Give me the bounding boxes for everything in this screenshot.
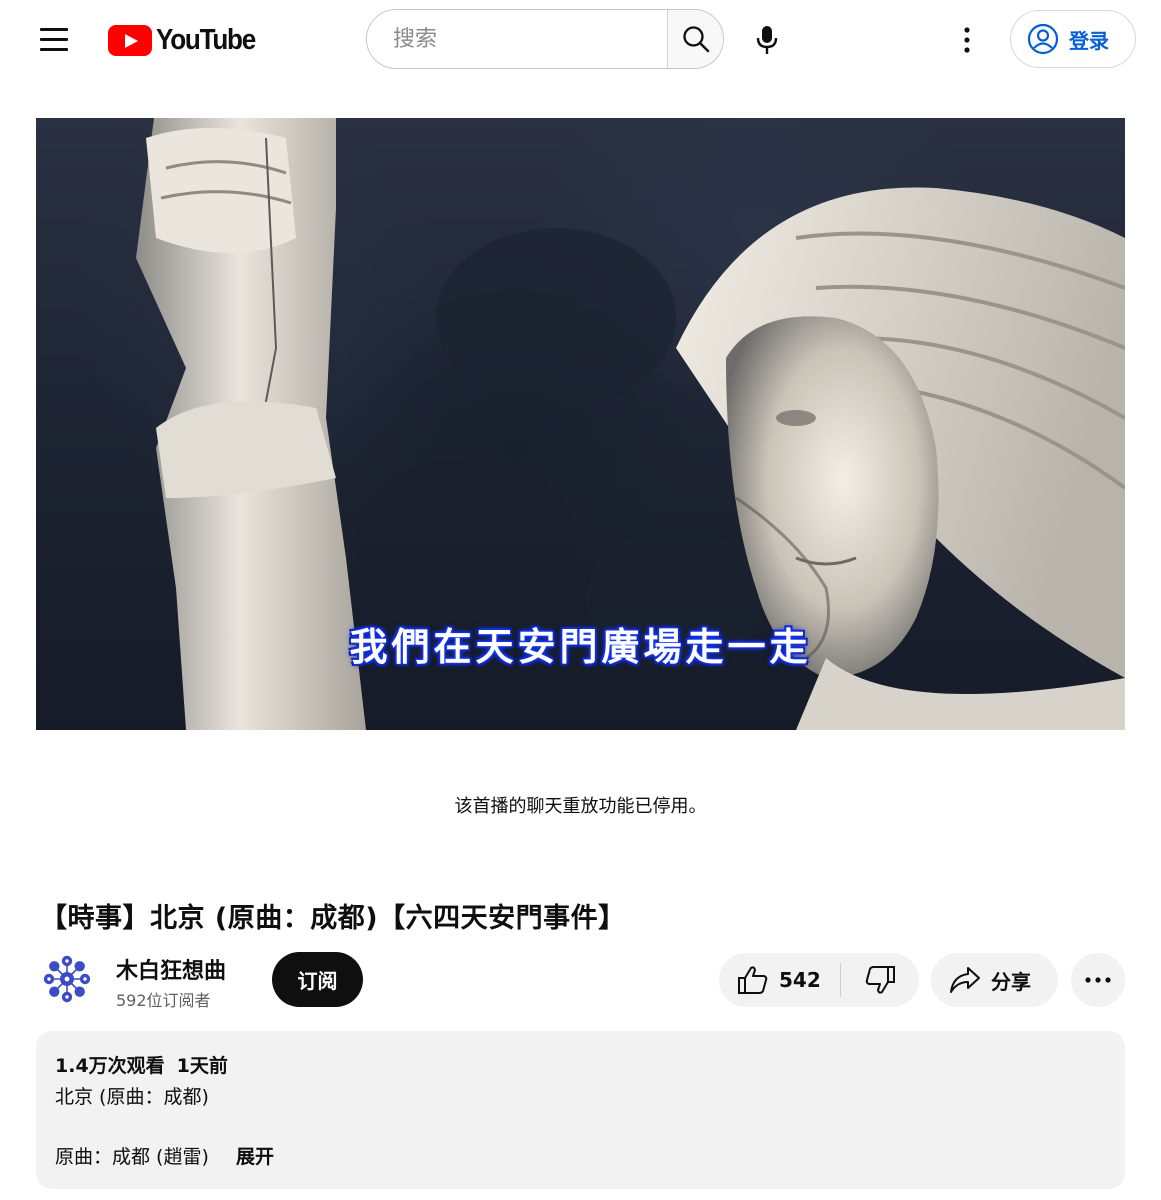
account-circle-icon [1027,23,1059,55]
watch-page: YouTube 搜索 登录 我們在天安門廣場走一走 该首播的聊天重放功能已停用。… [0,0,1161,1200]
hamburger-menu-icon[interactable] [28,20,80,60]
like-dislike-group: 542 [719,953,919,1007]
channel-name[interactable]: 木白狂想曲 [116,953,226,985]
video-subtitle: 我們在天安門廣場走一走 [349,624,812,669]
search-input[interactable] [367,10,667,68]
search-icon [682,26,709,53]
description-line-1: 北京 (原曲：成都) [55,1086,209,1108]
description-line-2: 原曲：成都 (趙雷) [55,1146,209,1168]
dislike-button[interactable] [841,953,919,1007]
logo-text: YouTube [156,23,256,56]
like-count: 542 [779,968,821,992]
youtube-logo[interactable]: YouTube [108,24,266,56]
channel-avatar[interactable] [40,952,94,1006]
top-bar: YouTube 搜索 登录 [0,0,1161,80]
play-logo-icon [108,24,152,56]
voice-search-button[interactable] [741,14,793,66]
description-box[interactable]: 1.4万次观看 1天前 北京 (原曲：成都) 原曲：成都 (趙雷) 展开 [36,1031,1125,1189]
thumbs-up-icon [738,966,768,994]
view-count: 1.4万次观看 [55,1055,165,1077]
share-label: 分享 [991,969,1031,994]
search-bar [366,9,724,69]
chat-replay-notice: 该首播的聊天重放功能已停用。 [454,796,707,817]
video-stats: 1.4万次观看 1天前 [55,1051,228,1078]
thumbs-down-icon [865,966,895,994]
upload-date: 1天前 [176,1055,228,1077]
flower-logo-icon [43,955,91,1003]
sign-in-label: 登录 [1069,28,1109,53]
search-button[interactable] [667,10,723,68]
share-arrow-icon [950,967,980,993]
horizontal-dots-icon [1085,977,1111,983]
subscriber-count: 592位订阅者 [116,991,211,1010]
video-title: 【時事】北京 (原曲：成都)【六四天安門事件】 [40,903,626,934]
more-actions-button[interactable] [1071,953,1125,1007]
share-button[interactable]: 分享 [931,953,1058,1007]
expand-description-button[interactable]: 展开 [236,1142,274,1169]
settings-menu-button[interactable] [942,14,992,66]
sign-in-button[interactable]: 登录 [1010,10,1136,68]
vertical-dots-icon [964,27,970,53]
like-button[interactable]: 542 [719,953,840,1007]
subscribe-button[interactable]: 订阅 [272,952,363,1007]
microphone-icon [756,26,778,54]
video-player[interactable]: 我們在天安門廣場走一走 [36,118,1125,730]
